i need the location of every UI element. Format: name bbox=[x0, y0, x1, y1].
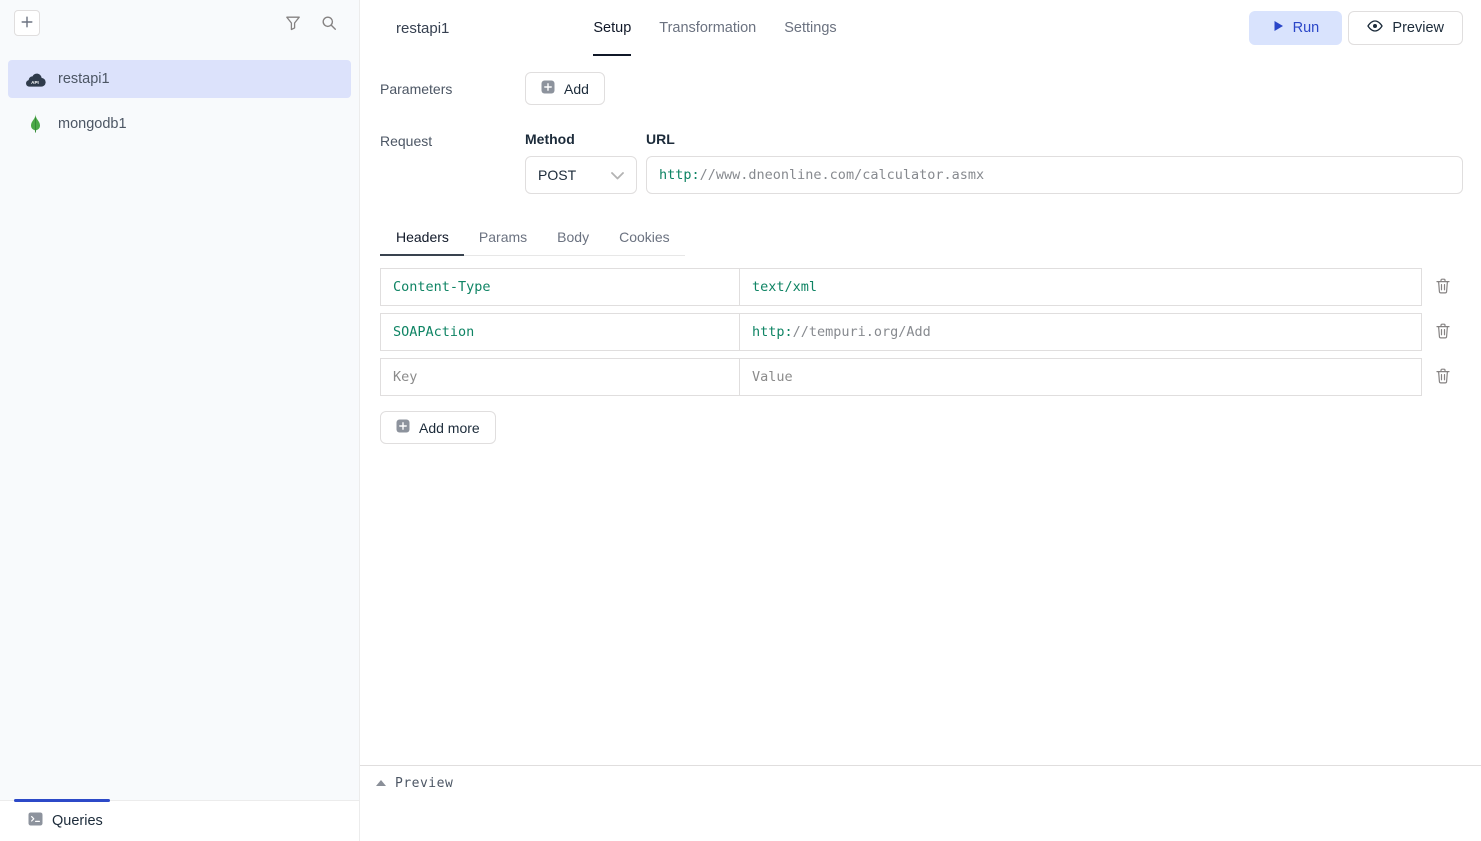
query-header: restapi1 Setup Transformation Settings R… bbox=[360, 0, 1481, 56]
preview-button-label: Preview bbox=[1392, 20, 1444, 36]
url-label: URL bbox=[646, 131, 1463, 147]
header-key-text: SOAPAction bbox=[393, 324, 474, 340]
filter-icon[interactable] bbox=[285, 15, 301, 31]
request-label: Request bbox=[380, 131, 525, 194]
add-entity-button[interactable] bbox=[14, 10, 40, 36]
plus-square-icon bbox=[396, 419, 410, 436]
header-row-3 bbox=[380, 358, 1463, 396]
header-value-text-secondary: //tempuri.org/Add bbox=[793, 324, 931, 340]
request-row: Request Method POST URL bbox=[380, 131, 1463, 194]
trash-icon bbox=[1436, 368, 1450, 387]
add-more-button[interactable]: Add more bbox=[380, 411, 496, 444]
run-button[interactable]: Run bbox=[1249, 11, 1342, 45]
plus-square-icon bbox=[541, 80, 555, 97]
query-list: API restapi1 mongodb1 bbox=[0, 46, 359, 150]
request-config-tabs: Headers Params Body Cookies bbox=[380, 220, 685, 256]
header-value-input-2[interactable]: http://tempuri.org/Add bbox=[739, 313, 1422, 351]
app-root: API restapi1 mongodb1 bbox=[0, 0, 1481, 841]
header-actions: Run Preview bbox=[1249, 11, 1463, 45]
header-value-text: text/xml bbox=[752, 279, 817, 295]
headers-table: Content-Type text/xml SOAPAction bbox=[380, 268, 1463, 396]
delete-header-button-2[interactable] bbox=[1422, 313, 1463, 351]
method-field: Method POST bbox=[525, 131, 637, 194]
add-parameter-label: Add bbox=[564, 81, 589, 97]
parameters-label: Parameters bbox=[380, 81, 525, 97]
main-panel: restapi1 Setup Transformation Settings R… bbox=[360, 0, 1481, 841]
delete-header-button-3[interactable] bbox=[1422, 358, 1463, 396]
tab-body[interactable]: Body bbox=[542, 220, 604, 256]
sidebar-item-restapi1[interactable]: API restapi1 bbox=[8, 60, 351, 98]
tab-headers[interactable]: Headers bbox=[380, 220, 464, 256]
preview-panel-label: Preview bbox=[395, 776, 453, 791]
sidebar-item-label: mongodb1 bbox=[58, 116, 127, 132]
run-button-label: Run bbox=[1293, 20, 1320, 36]
header-row-2: SOAPAction http://tempuri.org/Add bbox=[380, 313, 1463, 351]
header-key-input-2[interactable]: SOAPAction bbox=[380, 313, 740, 351]
sidebar-item-mongodb1[interactable]: mongodb1 bbox=[8, 105, 351, 143]
rest-api-icon: API bbox=[24, 72, 46, 87]
trash-icon bbox=[1436, 278, 1450, 297]
add-parameter-button[interactable]: Add bbox=[525, 72, 605, 105]
queries-tab-label: Queries bbox=[52, 813, 103, 829]
header-row-1: Content-Type text/xml bbox=[380, 268, 1463, 306]
delete-header-button-1[interactable] bbox=[1422, 268, 1463, 306]
url-rest-text: //www.dneonline.com/calculator.asmx bbox=[700, 167, 984, 183]
header-value-input-3[interactable] bbox=[739, 358, 1422, 396]
method-value: POST bbox=[538, 167, 576, 183]
request-fields: Method POST URL http://www.dneonline.com… bbox=[525, 131, 1463, 194]
mongodb-icon bbox=[24, 114, 46, 134]
tab-params[interactable]: Params bbox=[464, 220, 542, 256]
play-icon bbox=[1273, 20, 1284, 36]
caret-up-icon bbox=[376, 780, 386, 786]
preview-button[interactable]: Preview bbox=[1348, 11, 1463, 45]
eye-icon bbox=[1367, 20, 1383, 36]
tab-queries[interactable]: Queries bbox=[0, 801, 359, 841]
header-key-input-3[interactable] bbox=[380, 358, 740, 396]
method-label: Method bbox=[525, 131, 637, 147]
response-preview-panel[interactable]: Preview bbox=[360, 765, 1481, 841]
header-value-text: http: bbox=[752, 324, 793, 340]
header-key-text: Content-Type bbox=[393, 279, 491, 295]
search-icon[interactable] bbox=[321, 15, 337, 31]
tab-settings[interactable]: Settings bbox=[784, 0, 836, 56]
chevron-down-icon bbox=[611, 167, 624, 183]
page-title: restapi1 bbox=[396, 20, 449, 37]
tab-transformation[interactable]: Transformation bbox=[659, 0, 756, 56]
query-tabs: Setup Transformation Settings bbox=[593, 0, 836, 56]
svg-text:API: API bbox=[31, 80, 39, 85]
sidebar-toolbar-icons bbox=[285, 15, 337, 31]
sidebar: API restapi1 mongodb1 bbox=[0, 0, 360, 841]
setup-form: Parameters Add Request Method POST bbox=[360, 56, 1481, 765]
tab-cookies[interactable]: Cookies bbox=[604, 220, 685, 256]
header-value-input-1[interactable]: text/xml bbox=[739, 268, 1422, 306]
header-key-input-1[interactable]: Content-Type bbox=[380, 268, 740, 306]
add-more-label: Add more bbox=[419, 420, 480, 436]
trash-icon bbox=[1436, 323, 1450, 342]
tab-setup[interactable]: Setup bbox=[593, 0, 631, 56]
sidebar-toolbar bbox=[0, 0, 359, 46]
bottom-tab-bar: Queries bbox=[0, 800, 359, 841]
queries-icon bbox=[28, 812, 43, 831]
sidebar-item-label: restapi1 bbox=[58, 71, 110, 87]
url-input[interactable]: http://www.dneonline.com/calculator.asmx bbox=[646, 156, 1463, 194]
url-field: URL http://www.dneonline.com/calculator.… bbox=[646, 131, 1463, 194]
method-select[interactable]: POST bbox=[525, 156, 637, 194]
queries-tab-active-indicator bbox=[14, 799, 110, 802]
parameters-row: Parameters Add bbox=[380, 72, 1463, 105]
plus-icon bbox=[21, 16, 33, 31]
url-scheme-text: http: bbox=[659, 167, 700, 183]
